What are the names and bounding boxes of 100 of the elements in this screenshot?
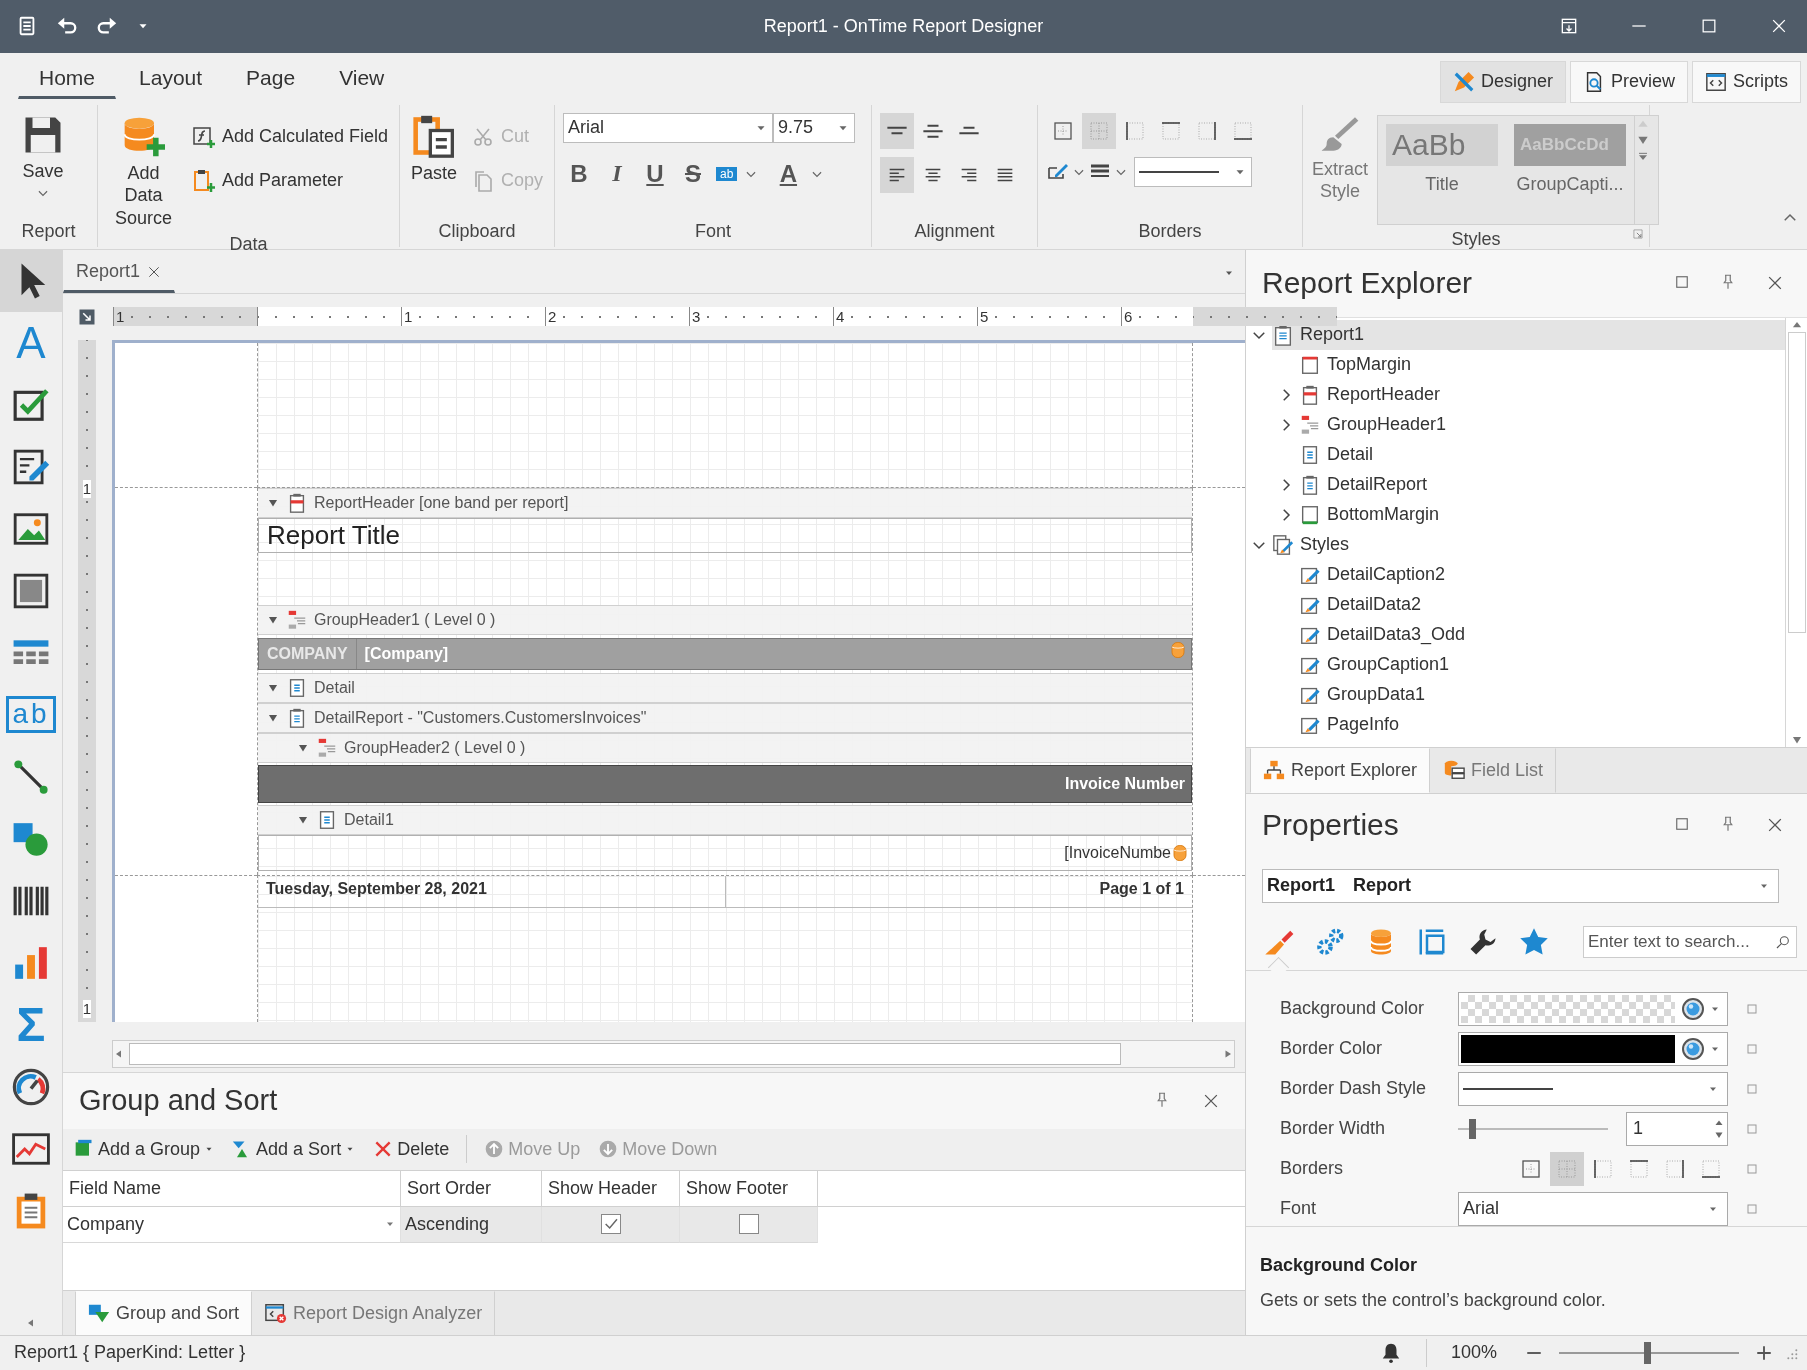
panel-icon bbox=[12, 571, 50, 610]
ribbon-tab[interactable]: Home bbox=[18, 56, 117, 99]
tree-item[interactable]: Report1 bbox=[1272, 319, 1785, 350]
align-button[interactable] bbox=[880, 156, 914, 193]
panel-title: Properties bbox=[1262, 808, 1399, 843]
tree-item[interactable]: Detail bbox=[1299, 439, 1380, 470]
paste-button[interactable]: Paste bbox=[408, 112, 460, 186]
style-name: Title bbox=[1425, 173, 1459, 195]
tree-item[interactable]: DetailCaption2 bbox=[1299, 559, 1452, 590]
band-header[interactable]: ReportHeader [one band per report] bbox=[258, 487, 1192, 518]
mode-tab[interactable]: Preview bbox=[1569, 60, 1688, 103]
tree-item[interactable]: DetailData2 bbox=[1299, 589, 1428, 620]
page-number-field: Page 1 of 1 bbox=[726, 875, 1192, 907]
format-button[interactable]: S bbox=[677, 156, 709, 191]
tree-item[interactable]: GroupCaption1 bbox=[1299, 649, 1456, 680]
band-label: ReportHeader [one band per report] bbox=[314, 493, 569, 512]
property-label: Border Dash Style bbox=[1279, 1078, 1428, 1100]
column-header: Sort Order bbox=[401, 1170, 542, 1206]
band-header[interactable]: Detail bbox=[258, 672, 1192, 703]
tree-item[interactable]: ReportHeader bbox=[1299, 379, 1447, 410]
tree-item[interactable]: BottomMargin bbox=[1299, 499, 1446, 530]
checkbox[interactable] bbox=[738, 1214, 759, 1235]
align-bottom-icon bbox=[958, 125, 980, 137]
function-icon bbox=[191, 124, 216, 149]
tool-button[interactable] bbox=[0, 249, 62, 312]
format-button[interactable]: U bbox=[639, 156, 671, 191]
tree-item[interactable]: DetailReport bbox=[1299, 469, 1434, 500]
database-icon bbox=[1171, 843, 1189, 862]
tree-item[interactable]: GroupHeader1 bbox=[1299, 409, 1453, 440]
column-header: Field Name bbox=[63, 1170, 401, 1206]
ruler-corner-icon[interactable] bbox=[78, 307, 96, 326]
tree-item[interactable]: PageInfo bbox=[1299, 709, 1406, 740]
ribbon-tab[interactable]: Page bbox=[225, 56, 317, 99]
band-label: Detail bbox=[314, 678, 355, 697]
group-label: Styles bbox=[1451, 227, 1501, 251]
object-type: Report bbox=[1353, 875, 1411, 896]
color-picker[interactable] bbox=[1458, 1031, 1728, 1066]
panel-tab[interactable]: Group and Sort bbox=[75, 1290, 253, 1336]
group-label: Font bbox=[695, 219, 731, 243]
style-preview: AaBb bbox=[1386, 123, 1498, 166]
style-swatch[interactable]: AaBb Title bbox=[1378, 115, 1506, 224]
search-icon[interactable] bbox=[1775, 934, 1792, 951]
tree-item[interactable]: DetailData3_Odd bbox=[1299, 619, 1472, 650]
align-button[interactable] bbox=[880, 112, 914, 149]
field-name-dropdown[interactable]: Company bbox=[63, 1206, 401, 1243]
gauge-icon bbox=[12, 1067, 50, 1106]
tree-item[interactable]: TopMargin bbox=[1299, 349, 1418, 380]
color-picker[interactable] bbox=[1458, 991, 1728, 1026]
ribbon-tab[interactable]: View bbox=[318, 56, 406, 99]
checkbox[interactable] bbox=[600, 1214, 621, 1235]
description-title: Background Color bbox=[1260, 1254, 1418, 1276]
extract-style-button[interactable]: Extract Style bbox=[1311, 112, 1369, 204]
mode-tab[interactable]: Scripts bbox=[1692, 60, 1801, 103]
band-header[interactable]: GroupHeader2 ( Level 0 ) bbox=[258, 732, 1192, 763]
panel-tab[interactable]: Report Explorer bbox=[1250, 747, 1431, 793]
horizontal-scrollbar[interactable] bbox=[112, 1039, 1235, 1068]
toolbar-button[interactable]: Add a Sort bbox=[231, 1137, 357, 1161]
highlight-button[interactable]: ab bbox=[715, 156, 739, 191]
number-field[interactable]: 1 bbox=[1626, 1111, 1728, 1146]
panel-tab[interactable]: Field List bbox=[1430, 747, 1557, 793]
save-button[interactable]: Save bbox=[8, 112, 78, 202]
group-label: Data bbox=[229, 233, 268, 257]
toolbar-button[interactable]: Add Parameter bbox=[188, 162, 391, 199]
toolbar-button[interactable]: Delete bbox=[372, 1137, 451, 1161]
plus-icon[interactable] bbox=[1755, 1343, 1773, 1362]
table-cell[interactable]: Ascending bbox=[401, 1206, 542, 1243]
font-family-dropdown[interactable]: Arial bbox=[563, 112, 773, 143]
add-data-source-button[interactable]: Add Data Source bbox=[106, 112, 181, 231]
object-selector[interactable]: Report1 Report bbox=[1262, 868, 1779, 903]
font-color-button[interactable]: A bbox=[772, 156, 805, 191]
band-header[interactable]: DetailReport - "Customers.CustomersInvoices" bbox=[258, 702, 1192, 733]
caption-label: COMPANY bbox=[259, 638, 357, 669]
parameter-icon bbox=[191, 168, 216, 193]
group-label: Alignment bbox=[914, 219, 995, 243]
pencil-ruler-icon bbox=[1452, 70, 1475, 93]
band-label: Detail1 bbox=[344, 810, 394, 829]
format-button[interactable]: B bbox=[563, 156, 595, 191]
font-dropdown[interactable]: Arial bbox=[1458, 1191, 1728, 1226]
summary-tool: Σ bbox=[16, 1000, 46, 1049]
band-header[interactable]: GroupHeader1 ( Level 0 ) bbox=[258, 604, 1192, 635]
mode-tab[interactable]: Designer bbox=[1439, 60, 1566, 103]
object-name: Report1 bbox=[1267, 875, 1335, 896]
document-tab[interactable]: Report1 bbox=[63, 252, 176, 293]
format-button[interactable]: I bbox=[601, 156, 633, 191]
tree-item[interactable]: GroupData1 bbox=[1299, 679, 1432, 710]
date-field: Tuesday, September 28, 2021 bbox=[258, 875, 726, 907]
group-sort-icon bbox=[88, 1302, 110, 1325]
toolbar-button[interactable]: Add Calculated Field bbox=[188, 118, 391, 155]
band-header[interactable]: Detail1 bbox=[258, 804, 1192, 835]
search-field[interactable]: Enter text to search... bbox=[1583, 926, 1798, 959]
vertical-scrollbar[interactable] bbox=[1785, 317, 1807, 747]
code-icon bbox=[1705, 70, 1727, 93]
font-size-dropdown[interactable]: 9.75 bbox=[773, 112, 855, 143]
band-label: GroupHeader2 ( Level 0 ) bbox=[344, 738, 526, 757]
property-label: Border Width bbox=[1279, 1118, 1387, 1140]
toolbar-button[interactable]: Add a Group bbox=[73, 1137, 216, 1161]
line-style-dropdown[interactable] bbox=[1134, 156, 1252, 187]
ribbon-tab[interactable]: Layout bbox=[118, 56, 224, 99]
tree-item[interactable]: Styles bbox=[1272, 529, 1356, 560]
color-picker-icon bbox=[1681, 1036, 1705, 1061]
